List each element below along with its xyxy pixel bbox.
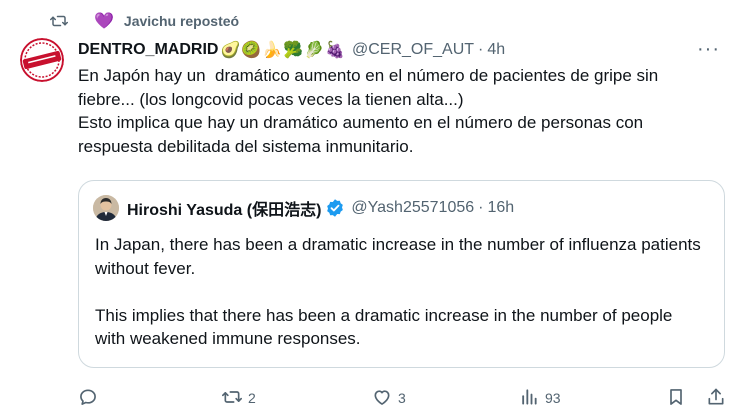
views-chart-icon xyxy=(519,387,539,410)
tweet-text: En Japón hay un dramático aumento en el … xyxy=(78,66,659,156)
bookmark-button[interactable] xyxy=(666,384,686,412)
retweet-button[interactable]: 2 xyxy=(222,384,256,412)
repost-indicator[interactable]: 💜 Javichu reposteó xyxy=(50,8,239,34)
more-options-icon[interactable]: ··· xyxy=(697,39,720,59)
purple-heart-icon: 💜 xyxy=(94,13,114,30)
retweet-count: 2 xyxy=(248,390,256,406)
bookmark-icon xyxy=(666,387,686,410)
views-count: 93 xyxy=(545,390,561,406)
like-button[interactable]: 3 xyxy=(372,384,406,412)
author-avatar[interactable] xyxy=(20,38,64,82)
quoted-author-handle[interactable]: @Yash25571056 xyxy=(351,199,474,217)
separator-dot: · xyxy=(478,41,484,58)
author-name[interactable]: DENTRO_MADRID xyxy=(78,41,218,59)
quoted-separator-dot: · xyxy=(478,199,484,216)
retweet-icon xyxy=(222,387,242,410)
share-button[interactable] xyxy=(706,384,726,412)
quoted-author-avatar xyxy=(93,195,119,221)
quoted-tweet-header: Hiroshi Yasuda (保田浩志) @Yash25571056 · 16… xyxy=(93,195,514,221)
author-emojis: 🥑🥝🍌🥦🥬🍇 xyxy=(220,42,346,59)
quoted-tweet[interactable]: Hiroshi Yasuda (保田浩志) @Yash25571056 · 16… xyxy=(78,180,725,368)
reply-button[interactable] xyxy=(78,384,104,412)
action-bar: 2 3 93 xyxy=(78,384,728,412)
reply-icon xyxy=(78,387,98,410)
author-handle[interactable]: @CER_OF_AUT xyxy=(352,41,474,59)
share-icon xyxy=(706,387,726,410)
repost-text: Javichu reposteó xyxy=(123,13,240,29)
like-count: 3 xyxy=(398,390,406,406)
tweet-time[interactable]: 4h xyxy=(487,41,505,59)
quoted-author-name[interactable]: Hiroshi Yasuda (保田浩志) xyxy=(127,196,321,220)
tweet-header: DENTRO_MADRID 🥑🥝🍌🥦🥬🍇 @CER_OF_AUT · 4h ··… xyxy=(78,38,724,62)
quoted-tweet-time[interactable]: 16h xyxy=(487,199,514,217)
quoted-tweet-text: In Japan, there has been a dramatic incr… xyxy=(95,235,701,348)
like-heart-icon xyxy=(372,387,392,410)
repost-icon xyxy=(50,12,68,30)
verified-badge-icon xyxy=(325,198,345,218)
views-button[interactable]: 93 xyxy=(519,384,561,412)
